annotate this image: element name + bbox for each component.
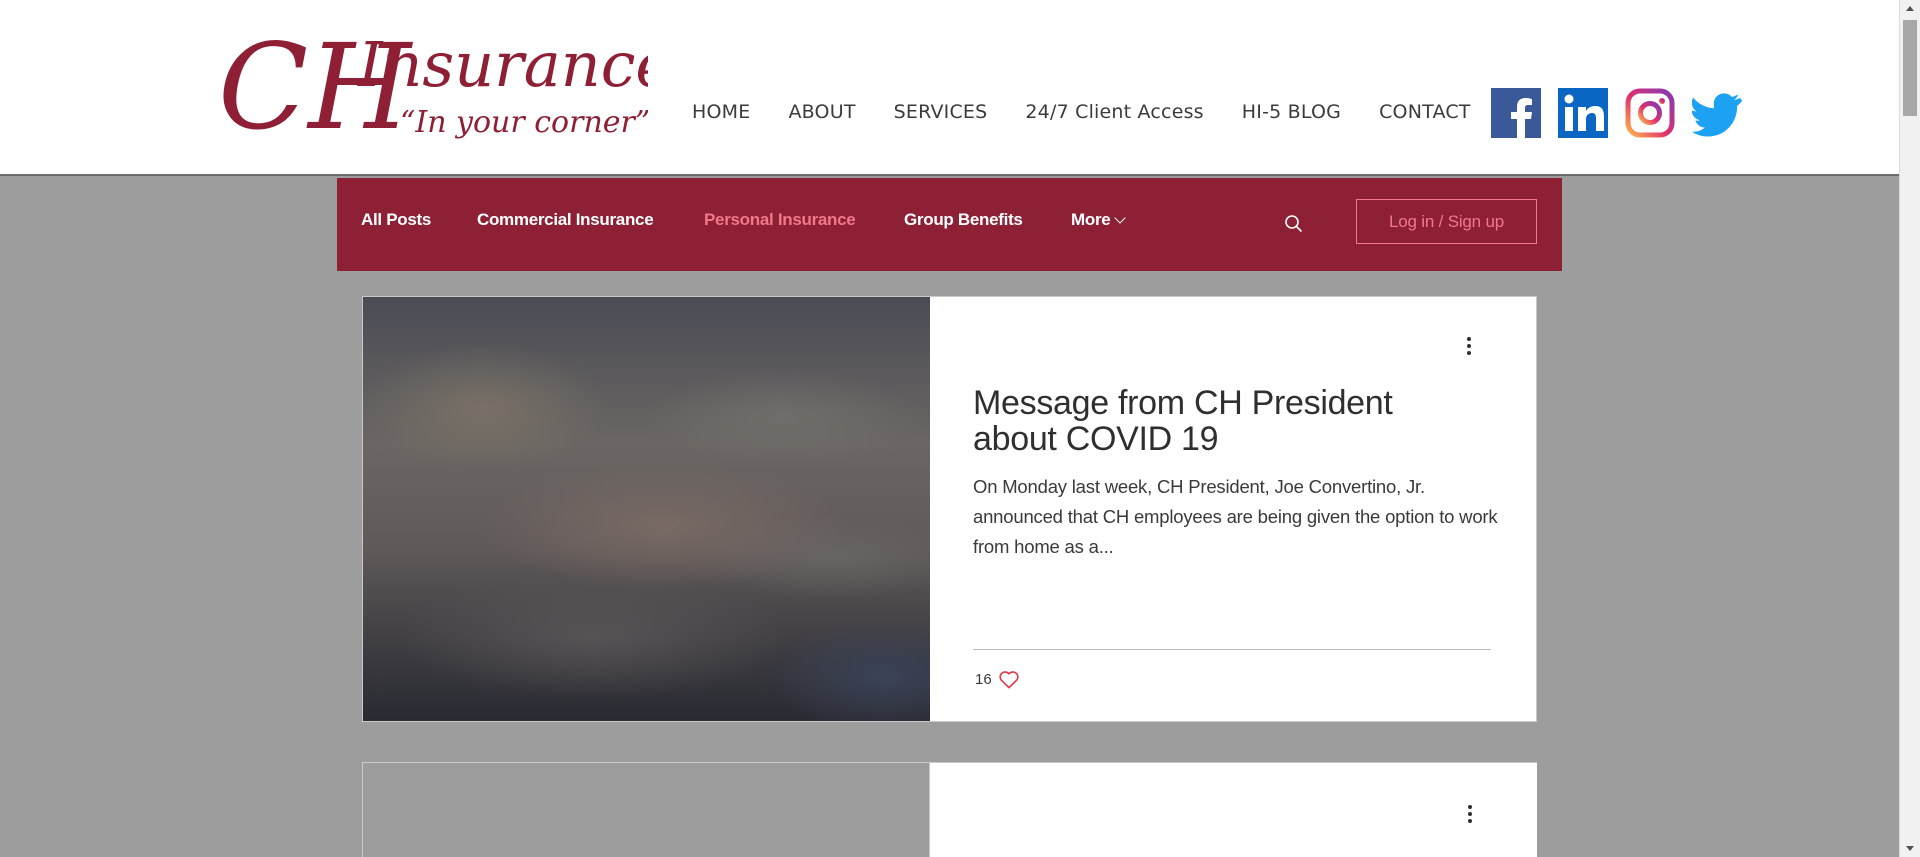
scroll-down-arrow-icon[interactable] xyxy=(1900,840,1920,857)
more-actions-icon[interactable] xyxy=(1467,805,1473,825)
category-commercial-insurance[interactable]: Commercial Insurance xyxy=(477,210,654,230)
scroll-up-arrow-icon[interactable] xyxy=(1900,0,1920,17)
facebook-icon[interactable] xyxy=(1491,88,1541,138)
chevron-down-icon xyxy=(1114,212,1127,224)
post-title[interactable]: Message from CH President about COVID 19 xyxy=(973,385,1473,457)
twitter-icon[interactable] xyxy=(1692,88,1742,138)
nav-blog[interactable]: HI-5 BLOG xyxy=(1242,101,1341,123)
post-cover-image[interactable] xyxy=(363,297,930,721)
post-excerpt: On Monday last week, CH President, Joe C… xyxy=(973,476,1498,557)
more-label: More xyxy=(1071,210,1111,229)
linkedin-icon[interactable] xyxy=(1558,88,1608,138)
blog-post-card[interactable]: Message from CH President about COVID 19… xyxy=(362,296,1537,722)
ch-insurance-logo[interactable]: CH Insurance “In your corner” xyxy=(218,10,672,156)
instagram-icon[interactable] xyxy=(1625,88,1675,138)
category-more-dropdown[interactable]: More xyxy=(1071,210,1127,230)
more-actions-icon[interactable] xyxy=(1466,337,1472,357)
post-content-pane xyxy=(929,763,1537,857)
nav-client-access[interactable]: 24/7 Client Access xyxy=(1025,101,1203,123)
nav-services[interactable]: SERVICES xyxy=(894,101,988,123)
logo-name: Insurance xyxy=(357,28,648,101)
blog-post-card[interactable] xyxy=(362,762,1537,857)
likes-count: 16 xyxy=(975,670,992,688)
page-scrollbar[interactable] xyxy=(1899,0,1920,857)
scrollbar-thumb[interactable] xyxy=(1903,20,1917,116)
nav-contact[interactable]: CONTACT xyxy=(1379,101,1471,123)
post-likes: 16 xyxy=(975,669,1020,689)
site-header: CH Insurance “In your corner” HOME ABOUT… xyxy=(0,0,1899,176)
post-divider xyxy=(973,649,1491,650)
main-navigation: HOME ABOUT SERVICES 24/7 Client Access H… xyxy=(676,95,1490,129)
heart-icon[interactable] xyxy=(998,669,1020,689)
nav-about[interactable]: ABOUT xyxy=(788,101,855,123)
social-links xyxy=(1491,88,1742,138)
logo-tagline: “In your corner” xyxy=(400,105,648,140)
login-signup-button[interactable]: Log in / Sign up xyxy=(1356,199,1537,244)
search-icon[interactable] xyxy=(1284,214,1304,234)
category-personal-insurance[interactable]: Personal Insurance xyxy=(704,210,856,230)
logo-graphic: CH Insurance “In your corner” xyxy=(218,18,672,156)
blog-category-bar: All Posts Commercial Insurance Personal … xyxy=(337,178,1562,271)
category-group-benefits[interactable]: Group Benefits xyxy=(904,210,1023,230)
nav-home[interactable]: HOME xyxy=(692,101,750,123)
category-all-posts[interactable]: All Posts xyxy=(361,210,431,230)
